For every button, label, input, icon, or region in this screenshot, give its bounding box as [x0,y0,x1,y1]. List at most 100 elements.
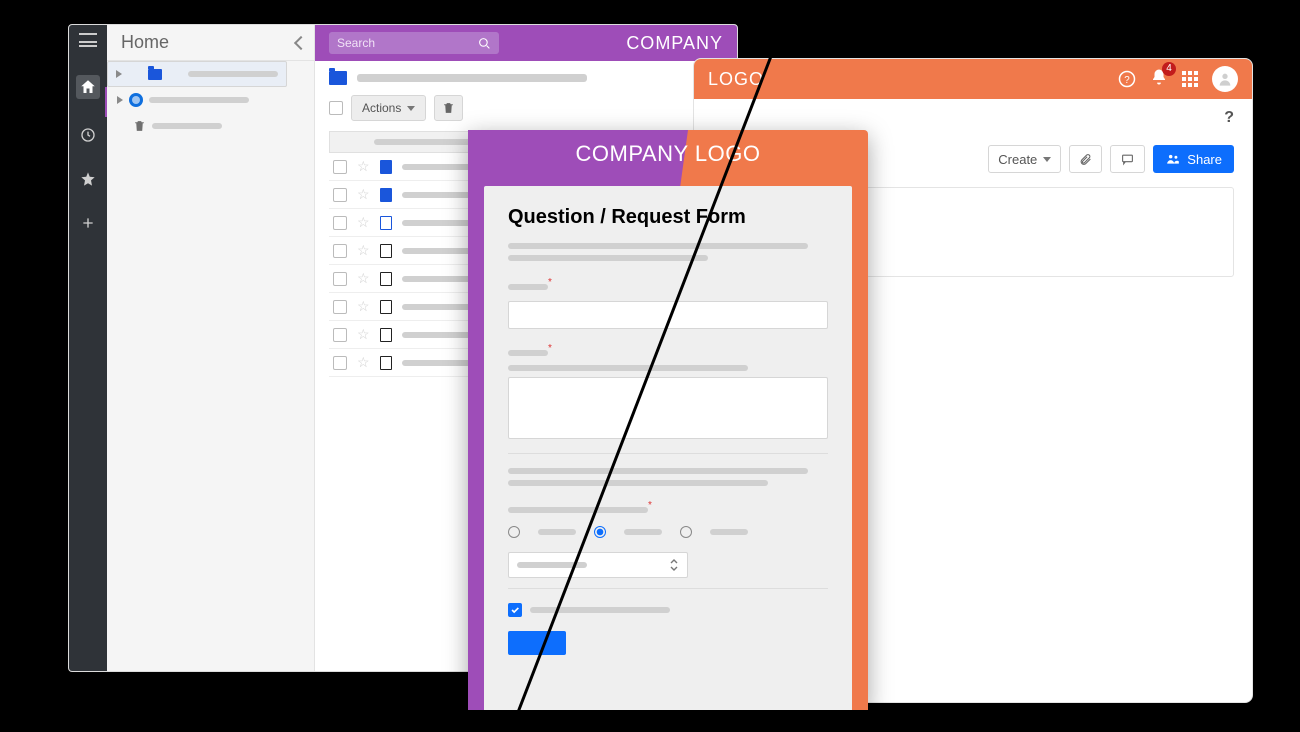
radio-group [508,526,828,538]
checkbox-row[interactable] [508,603,828,617]
search-placeholder: Search [337,36,375,50]
actions-label: Actions [362,101,401,115]
comment-icon [1120,153,1135,166]
tree-item-label [188,71,278,77]
row-checkbox[interactable] [333,328,347,342]
breadcrumb [329,71,723,85]
favorite-star-icon[interactable]: ☆ [357,158,370,175]
radio-option[interactable] [508,526,520,538]
tree-item-label [152,123,222,129]
field-label [508,284,548,290]
trash-icon [442,101,455,115]
help-icon[interactable]: ? [1118,70,1136,88]
select-dropdown[interactable] [508,552,688,578]
people-icon [129,93,143,107]
context-help-icon[interactable]: ? [1224,109,1234,127]
tree-item-folder[interactable] [107,61,287,87]
right-app-brand: LOGO [708,69,764,90]
row-checkbox[interactable] [333,216,347,230]
notifications-button[interactable]: 4 [1150,68,1168,91]
comment-button[interactable] [1110,145,1145,173]
tree-item-trash[interactable] [107,113,314,139]
breadcrumb-text [357,74,587,82]
checkbox-checked[interactable] [508,603,522,617]
actions-dropdown[interactable]: Actions [351,95,426,121]
text-input[interactable] [508,301,828,329]
favorite-star-icon[interactable]: ☆ [357,354,370,371]
select-caret-icon [669,559,679,571]
section-text [508,480,768,486]
document-icon [380,244,392,258]
content-toolbar: Actions [329,95,723,121]
share-label: Share [1187,152,1222,167]
left-app-brand: COMPANY [626,33,723,54]
document-icon [380,272,392,286]
star-icon[interactable] [80,171,96,187]
form-description [508,255,708,261]
delete-button[interactable] [434,95,463,121]
divider [508,588,828,589]
submit-button[interactable] [508,631,566,655]
row-checkbox[interactable] [333,356,347,370]
form-modal: COMPANY LOGO Question / Request Form * *… [468,130,868,710]
share-button[interactable]: Share [1153,145,1234,173]
create-label: Create [998,152,1037,167]
expand-icon[interactable] [117,96,123,104]
search-icon [478,37,491,50]
favorite-star-icon[interactable]: ☆ [357,214,370,231]
form-card: Question / Request Form * * * [484,186,852,710]
folder-icon [329,71,347,85]
apps-icon[interactable] [1182,71,1198,87]
modal-brand: COMPANY LOGO [468,130,868,178]
folder-icon [148,69,162,80]
row-checkbox[interactable] [333,188,347,202]
check-icon [510,605,520,615]
document-icon [380,160,392,174]
collapse-chevron-icon[interactable] [294,35,308,49]
checkbox-label [530,607,670,613]
people-icon [1165,152,1181,166]
create-dropdown[interactable]: Create [988,145,1061,173]
favorite-star-icon[interactable]: ☆ [357,326,370,343]
left-tree-panel: Home [107,25,315,671]
textarea-input[interactable] [508,377,828,439]
plus-icon[interactable] [80,215,96,231]
search-input[interactable]: Search [329,32,499,54]
favorite-star-icon[interactable]: ☆ [357,270,370,287]
select-value [517,562,587,568]
tree-title: Home [121,32,169,53]
document-icon [380,328,392,342]
form-description [508,243,808,249]
clock-icon[interactable] [80,127,96,143]
document-icon [380,188,392,202]
favorite-star-icon[interactable]: ☆ [357,298,370,315]
svg-text:?: ? [1124,75,1130,86]
left-icon-rail [69,25,107,671]
menu-icon[interactable] [79,33,97,47]
row-checkbox[interactable] [333,272,347,286]
favorite-star-icon[interactable]: ☆ [357,186,370,203]
radio-option[interactable] [680,526,692,538]
field-hint [508,365,748,371]
radio-label [710,529,748,535]
select-all-checkbox[interactable] [329,101,343,115]
radio-label [538,529,576,535]
expand-icon[interactable] [116,70,122,78]
user-icon [1217,71,1233,87]
favorite-star-icon[interactable]: ☆ [357,242,370,259]
row-checkbox[interactable] [333,244,347,258]
tree-header: Home [107,25,314,61]
row-checkbox[interactable] [333,160,347,174]
attach-button[interactable] [1069,145,1102,173]
paperclip-icon [1079,152,1092,167]
caret-down-icon [1043,157,1051,162]
radio-option-selected[interactable] [594,526,606,538]
notification-badge: 4 [1162,62,1176,76]
row-checkbox[interactable] [333,300,347,314]
home-icon[interactable] [76,75,100,99]
form-title: Question / Request Form [508,206,828,229]
tree-item-shared[interactable] [107,87,314,113]
avatar[interactable] [1212,66,1238,92]
image-doc-icon [380,216,392,230]
trash-icon [133,119,146,133]
